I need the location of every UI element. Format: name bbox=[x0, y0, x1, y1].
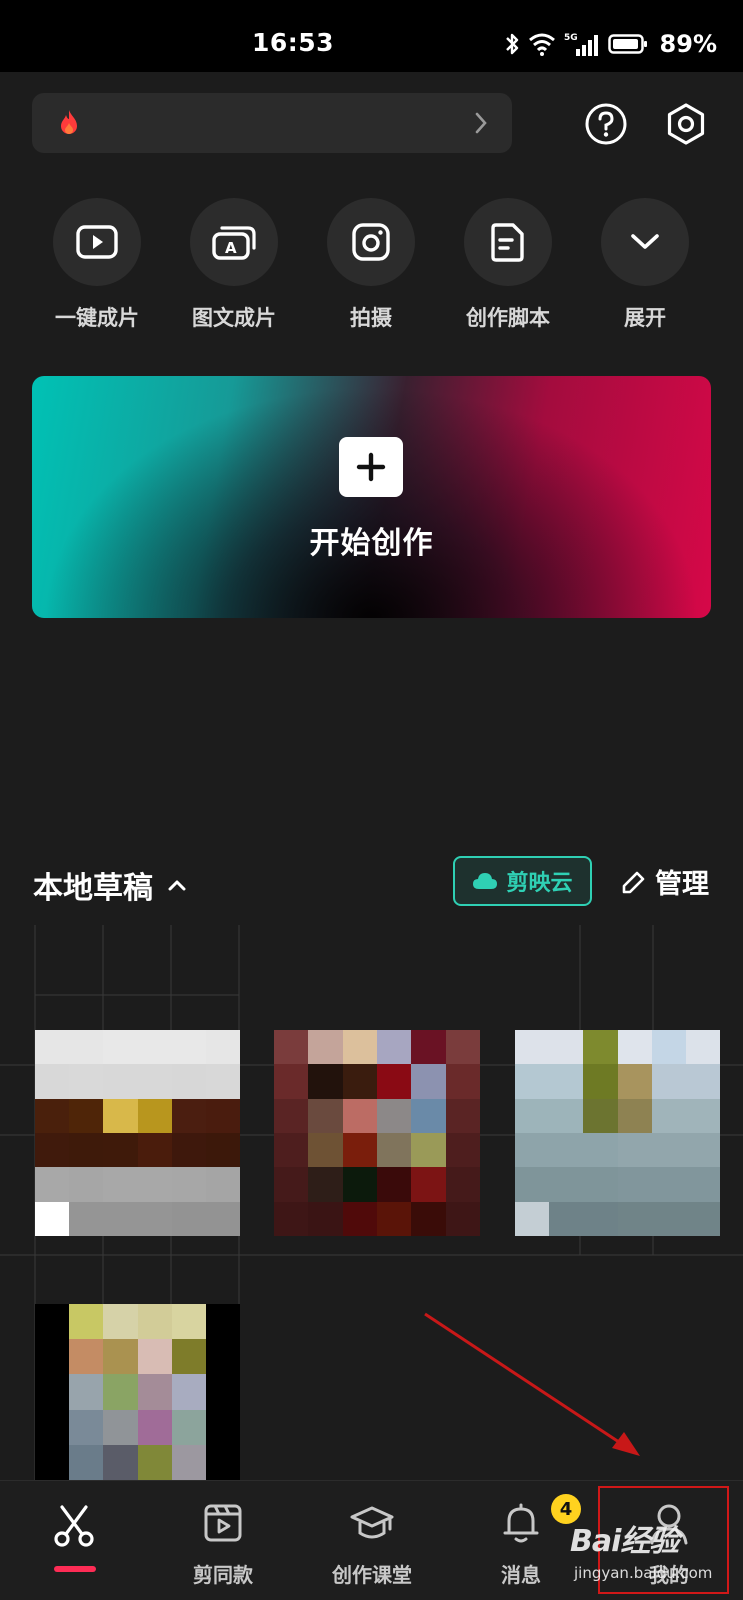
svg-text:A: A bbox=[225, 239, 237, 257]
local-drafts-title: 本地草稿 bbox=[33, 871, 153, 906]
start-creating-banner[interactable]: 开始创作 bbox=[32, 376, 711, 618]
quick-action-label: 图文成片 bbox=[192, 306, 276, 330]
bell-icon bbox=[503, 1503, 539, 1543]
status-time: 16:53 bbox=[252, 28, 335, 57]
watermark-brand: Bai经验 bbox=[570, 1524, 679, 1559]
scissors-icon bbox=[54, 1505, 94, 1547]
quick-action-circle bbox=[464, 198, 552, 286]
wifi-icon bbox=[528, 33, 555, 56]
help-icon[interactable] bbox=[584, 102, 628, 146]
plus-icon bbox=[339, 437, 403, 497]
watermark-url: jingyan.baidu.com bbox=[574, 1564, 713, 1582]
pencil-icon bbox=[622, 871, 645, 893]
cloud-icon bbox=[473, 873, 498, 889]
nav-label: 创作课堂 bbox=[332, 1563, 412, 1587]
chevron-down-icon bbox=[631, 234, 659, 249]
start-creating-label: 开始创作 bbox=[309, 526, 434, 561]
network-type: 5G bbox=[564, 33, 578, 43]
status-icons: 5G 89% bbox=[504, 30, 717, 58]
script-icon bbox=[491, 223, 524, 262]
quick-action-expand[interactable]: 展开 bbox=[600, 198, 690, 332]
quick-action-one-click[interactable]: 一键成片 bbox=[52, 198, 142, 332]
settings-icon[interactable] bbox=[664, 102, 708, 146]
quick-action-shoot[interactable]: 拍摄 bbox=[326, 198, 416, 332]
text-image-icon: A bbox=[212, 226, 256, 260]
local-drafts-header[interactable]: 本地草稿 bbox=[33, 863, 187, 907]
nav-label: 消息 bbox=[501, 1563, 541, 1587]
template-icon bbox=[204, 1504, 242, 1542]
manage-label: 管理 bbox=[655, 869, 709, 900]
battery-percent: 89% bbox=[659, 30, 717, 58]
quick-action-circle bbox=[327, 198, 415, 286]
nav-item-classroom[interactable]: 创作课堂 bbox=[312, 1481, 432, 1600]
quick-action-circle: A bbox=[190, 198, 278, 286]
quick-action-label: 一键成片 bbox=[55, 306, 139, 330]
search-bar[interactable] bbox=[32, 93, 512, 153]
chevron-right-icon bbox=[475, 112, 487, 134]
quick-action-label: 拍摄 bbox=[350, 306, 392, 330]
camera-icon bbox=[352, 223, 390, 261]
quick-action-circle bbox=[53, 198, 141, 286]
draft-thumbnail[interactable] bbox=[274, 1030, 480, 1236]
quick-action-label: 创作脚本 bbox=[466, 306, 550, 330]
play-icon bbox=[76, 225, 118, 259]
nav-item-edit[interactable] bbox=[14, 1481, 134, 1600]
graduation-cap-icon bbox=[350, 1506, 394, 1539]
draft-thumbnail[interactable] bbox=[515, 1030, 720, 1236]
active-tab-indicator bbox=[54, 1566, 96, 1572]
baidu-watermark: Bai经验 jingyan.baidu.com bbox=[570, 1508, 740, 1588]
battery-icon bbox=[607, 34, 647, 54]
quick-action-text-image[interactable]: A 图文成片 bbox=[189, 198, 279, 332]
bluetooth-icon bbox=[505, 33, 518, 55]
quick-action-circle bbox=[601, 198, 689, 286]
cloud-button[interactable]: 剪映云 bbox=[453, 856, 592, 906]
chevron-up-icon bbox=[168, 880, 186, 891]
nav-item-templates[interactable]: 剪同款 bbox=[163, 1481, 283, 1600]
cloud-label: 剪映云 bbox=[506, 871, 573, 896]
draft-thumbnail[interactable] bbox=[35, 1304, 240, 1480]
flame-icon bbox=[61, 110, 77, 134]
status-bar: 16:53 5G 89% bbox=[0, 0, 743, 72]
nav-label: 剪同款 bbox=[193, 1563, 253, 1587]
quick-action-label: 展开 bbox=[624, 306, 666, 330]
cellular-signal-icon: 5G bbox=[564, 33, 598, 56]
manage-button[interactable]: 管理 bbox=[621, 862, 709, 901]
quick-action-script[interactable]: 创作脚本 bbox=[463, 198, 553, 332]
draft-thumbnail[interactable] bbox=[35, 1030, 240, 1236]
